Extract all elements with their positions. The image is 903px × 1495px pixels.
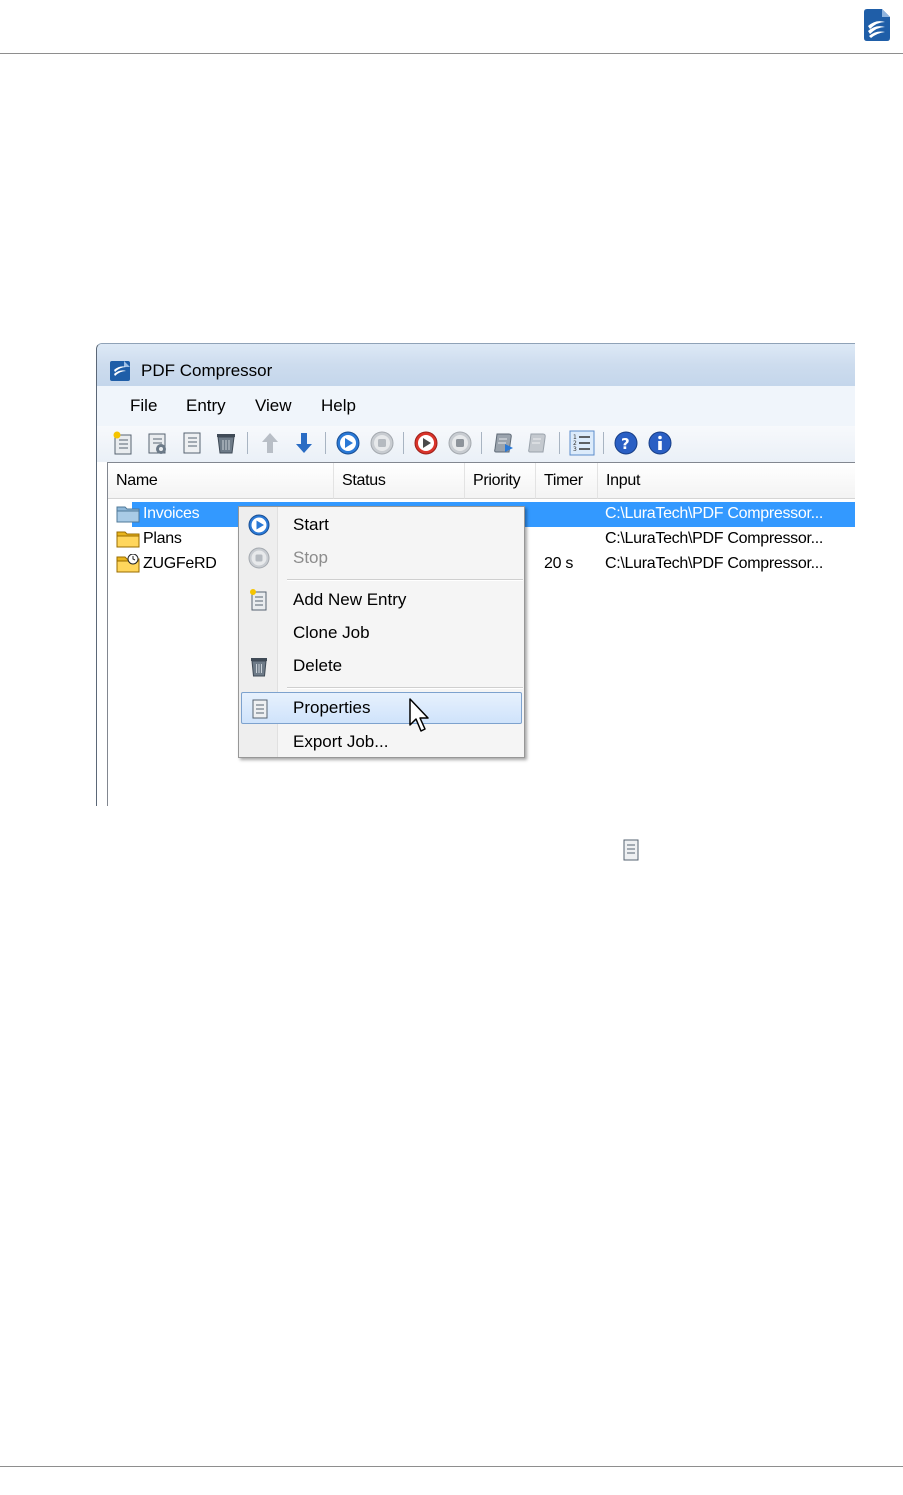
stop-icon[interactable] — [369, 430, 395, 456]
properties-icon — [252, 699, 268, 719]
menu-item-label: Properties — [293, 698, 371, 717]
menu-separator — [287, 687, 523, 689]
menu-item-properties[interactable]: Properties — [241, 692, 522, 724]
column-timer[interactable]: Timer — [536, 463, 598, 499]
menu-item-export-job[interactable]: Export Job... — [241, 726, 522, 758]
record-start-icon[interactable] — [413, 430, 439, 456]
toolbar-separator — [603, 432, 604, 454]
row-input: C:\LuraTech\PDF Compressor... — [605, 555, 824, 572]
menu-item-clone-job[interactable]: Clone Job — [241, 617, 522, 649]
menu-view[interactable]: View — [255, 396, 292, 416]
mouse-cursor-icon — [409, 698, 429, 732]
row-input: C:\LuraTech\PDF Compressor... — [605, 530, 824, 547]
info-icon[interactable] — [647, 430, 673, 456]
delete-icon[interactable] — [213, 430, 239, 456]
properties-icon[interactable] — [179, 430, 205, 456]
add-entry-icon — [250, 589, 267, 611]
column-status[interactable]: Status — [334, 463, 465, 499]
row-input: C:\LuraTech\PDF Compressor... — [605, 505, 824, 522]
properties-icon — [623, 839, 639, 861]
column-input[interactable]: Input — [598, 463, 855, 499]
brand-logo-icon — [864, 9, 890, 41]
import-script-icon[interactable] — [525, 430, 551, 456]
toolbar — [97, 426, 855, 462]
menu-item-label: Stop — [293, 548, 328, 567]
move-up-icon[interactable] — [257, 430, 283, 456]
toolbar-separator — [481, 432, 482, 454]
app-icon — [110, 361, 130, 381]
menu-item-add-new-entry[interactable]: Add New Entry — [241, 584, 522, 616]
menu-item-start[interactable]: Start — [241, 509, 522, 541]
move-down-icon[interactable] — [291, 430, 317, 456]
folder-icon — [116, 531, 140, 548]
footer-rule — [0, 1466, 903, 1467]
menu-item-label: Add New Entry — [293, 590, 407, 609]
row-name: Plans — [143, 530, 182, 547]
add-entry-icon[interactable] — [111, 430, 137, 456]
start-icon — [248, 514, 270, 536]
folder-icon — [116, 506, 140, 523]
menu-item-label: Clone Job — [293, 623, 370, 642]
row-timer: 20 s — [544, 555, 574, 572]
menu-item-stop[interactable]: Stop — [241, 542, 522, 574]
clone-job-icon[interactable] — [145, 430, 171, 456]
window-title: PDF Compressor — [141, 361, 273, 380]
menu-help[interactable]: Help — [321, 396, 356, 416]
help-icon[interactable]: ? — [613, 430, 639, 456]
column-name[interactable]: Name — [108, 463, 334, 499]
column-priority[interactable]: Priority — [465, 463, 536, 499]
row-name: ZUGFeRD — [143, 555, 217, 572]
toolbar-separator — [247, 432, 248, 454]
toolbar-separator — [325, 432, 326, 454]
toolbar-separator — [403, 432, 404, 454]
record-stop-icon[interactable] — [447, 430, 473, 456]
menu-item-label: Start — [293, 515, 329, 534]
svg-text:3: 3 — [573, 446, 577, 453]
export-script-icon[interactable] — [491, 430, 517, 456]
toolbar-separator — [559, 432, 560, 454]
delete-icon — [251, 658, 267, 677]
context-menu: Start Stop Add New Entry Clone Job Delet… — [238, 506, 525, 758]
menu-item-delete[interactable]: Delete — [241, 650, 522, 682]
timed-folder-icon — [116, 554, 140, 573]
menu-file[interactable]: File — [130, 396, 157, 416]
svg-text:?: ? — [621, 435, 630, 453]
menu-entry[interactable]: Entry — [186, 396, 226, 416]
list-view-icon[interactable]: 1 2 3 — [569, 430, 595, 456]
stop-icon — [248, 547, 270, 569]
header-rule — [0, 53, 903, 54]
menu-item-label: Export Job... — [293, 732, 389, 751]
row-name: Invoices — [143, 505, 200, 522]
start-icon[interactable] — [335, 430, 361, 456]
menu-separator — [287, 579, 523, 581]
menu-item-label: Delete — [293, 656, 343, 675]
